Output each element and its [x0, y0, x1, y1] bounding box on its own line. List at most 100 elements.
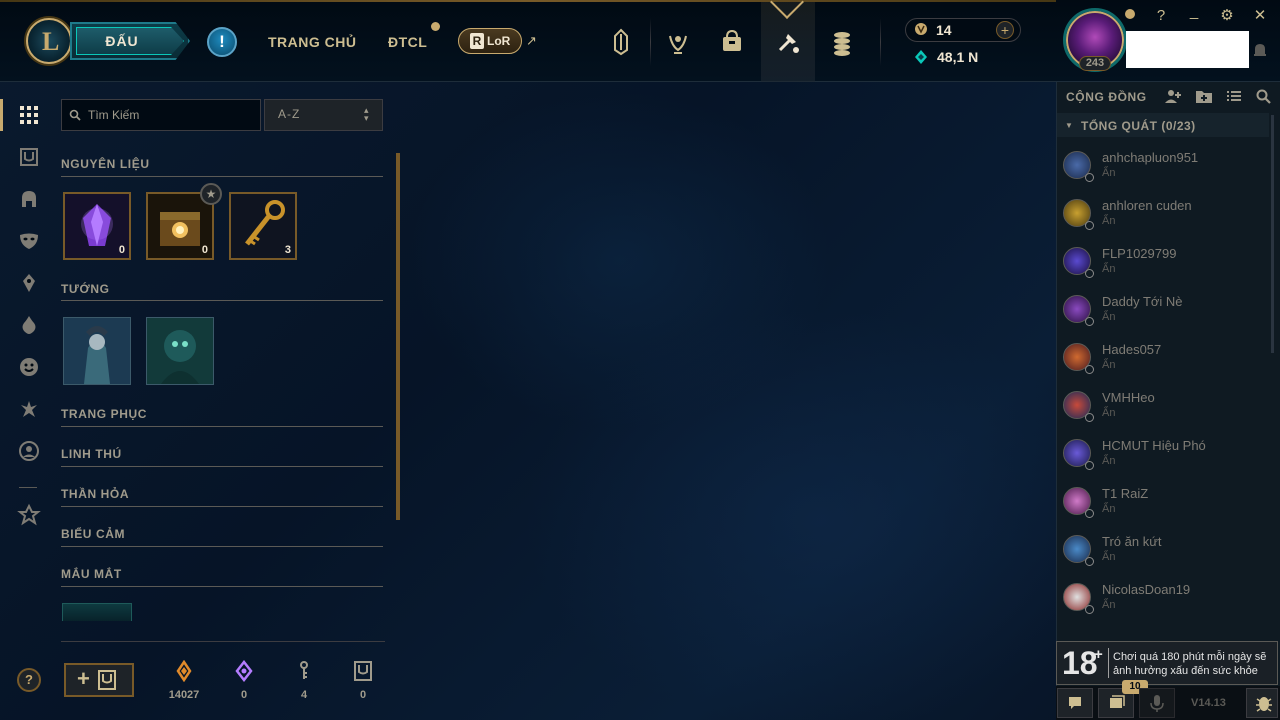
friend-row[interactable]: NicolasDoan19 Ẩn — [1057, 577, 1269, 625]
lor-icon: R — [470, 33, 484, 49]
social-scrollbar[interactable] — [1271, 115, 1274, 353]
material-count: 3 — [284, 244, 291, 256]
section-title-pets[interactable]: LINH THÚ — [61, 446, 122, 462]
grid-icon[interactable] — [17, 103, 41, 127]
add-friend-icon[interactable] — [1164, 88, 1182, 104]
loot-icon[interactable] — [768, 22, 808, 62]
currency-icon[interactable] — [822, 22, 862, 62]
sidebar-active-indicator — [0, 99, 3, 131]
section-divider — [61, 426, 383, 427]
friend-row[interactable]: T1 RaiZ Ẩn — [1057, 481, 1269, 529]
voice-button[interactable] — [1139, 688, 1175, 718]
friend-row[interactable]: Tró ăn kứt Ẩn — [1057, 529, 1269, 577]
chevron-down-icon: ▼ — [1065, 121, 1073, 130]
material-count: 0 — [201, 244, 208, 256]
age-warning-text: Chơi quá 180 phút mỗi ngày sẽ ảnh hưởng … — [1113, 651, 1267, 677]
nav-tft-link[interactable]: ĐTCL — [388, 32, 427, 52]
close-icon[interactable]: ✕ — [1250, 6, 1270, 26]
nav-separator — [880, 18, 881, 66]
friend-row[interactable]: Hades057 Ẩn — [1057, 337, 1269, 385]
champions-icon[interactable] — [601, 22, 641, 62]
section-title-emotes[interactable]: BIỂU CẢM — [61, 526, 125, 542]
help-window-button[interactable]: ? — [1151, 6, 1171, 26]
section-title-champions: TƯỚNG — [61, 282, 110, 296]
offline-status-icon — [1085, 269, 1094, 278]
social-search-icon[interactable] — [1255, 88, 1273, 104]
offline-status-icon — [1085, 413, 1094, 422]
mythic-essence-value: 0 — [240, 689, 248, 701]
bug-report-button[interactable] — [1246, 688, 1278, 718]
friend-status: Ẩn — [1102, 455, 1116, 467]
external-link-icon: ↗ — [526, 33, 537, 48]
chest-icon[interactable] — [17, 145, 41, 169]
champion-tile[interactable] — [63, 317, 131, 385]
mythic-essence-icon — [234, 659, 254, 683]
alert-icon[interactable]: ! — [207, 27, 237, 57]
collection-scrollbar-thumb[interactable] — [396, 153, 400, 520]
friend-list-fade — [1057, 622, 1269, 642]
champion-tile[interactable] — [146, 317, 214, 385]
section-title-eyes[interactable]: MẮU MẮT — [61, 566, 122, 582]
sort-dropdown-value: A-Z — [278, 107, 301, 121]
bell-icon[interactable] — [1253, 42, 1267, 58]
friend-row[interactable]: HCMUT Hiệu Phó Ẩn — [1057, 433, 1269, 481]
friend-row[interactable]: anhchapluon951 Ẩn — [1057, 145, 1269, 193]
profile-icon[interactable] — [17, 439, 41, 463]
bottom-divider — [61, 641, 385, 642]
partial-item-tile[interactable] — [62, 603, 132, 621]
chat-icon — [1069, 697, 1081, 709]
nav-home-link[interactable]: TRANG CHỦ — [268, 32, 357, 52]
friend-status: Ẩn — [1102, 311, 1116, 323]
offline-status-icon — [1085, 461, 1094, 470]
league-logo[interactable]: L — [26, 18, 72, 64]
friend-status: Ẩn — [1102, 215, 1116, 227]
help-icon[interactable]: ? — [17, 668, 41, 692]
ward-icon[interactable] — [17, 271, 41, 295]
offline-status-icon — [1085, 221, 1094, 230]
tft-notification-dot — [431, 22, 440, 31]
friend-row[interactable]: Daddy Tới Nè Ẩn — [1057, 289, 1269, 337]
buy-rp-button[interactable]: + — [996, 21, 1014, 39]
section-title-wards[interactable]: THẦN HỎA — [61, 486, 129, 502]
settings-gear-icon[interactable]: ⚙ — [1217, 6, 1237, 26]
friend-name: VMHHeo — [1102, 390, 1155, 405]
emote-icon[interactable] — [17, 355, 41, 379]
friend-row[interactable]: FLP1029799 Ẩn — [1057, 241, 1269, 289]
age-rating-divider — [1108, 648, 1109, 678]
section-divider — [61, 176, 383, 177]
helmet-icon[interactable] — [17, 187, 41, 211]
material-tile[interactable]: 3 — [229, 192, 297, 260]
lor-label: LoR — [487, 34, 511, 48]
honor-icon[interactable] — [658, 22, 698, 62]
search-input[interactable] — [88, 106, 256, 124]
chest-count-value: 0 — [359, 689, 367, 701]
crest-icon[interactable] — [17, 503, 41, 527]
friend-row[interactable]: anhloren cuden Ẩn — [1057, 193, 1269, 241]
orange-essence-value: 14027 — [168, 689, 200, 701]
list-view-icon[interactable] — [1225, 88, 1243, 104]
material-tile[interactable]: 0 — [63, 192, 131, 260]
friend-name: Daddy Tới Nè — [1102, 294, 1183, 309]
section-divider — [61, 466, 383, 467]
friend-status: Ẩn — [1102, 599, 1116, 611]
top-gold-border — [0, 0, 1056, 2]
chat-button[interactable] — [1057, 688, 1093, 718]
minimize-button[interactable]: _ — [1184, 2, 1204, 22]
mask-icon[interactable] — [17, 229, 41, 253]
section-title-skins[interactable]: TRANG PHỤC — [61, 406, 147, 422]
orange-essence-icon — [174, 659, 194, 683]
bug-icon — [1256, 697, 1272, 712]
key-fragment-value: 4 — [300, 689, 308, 701]
client-window: L ĐẤU ! TRANG CHỦ ĐTCL R LoR ↗ 14 + 48,1… — [0, 0, 1280, 720]
store-bag-icon[interactable] — [712, 22, 752, 62]
flame-icon[interactable] — [17, 313, 41, 337]
blue-essence-value: 48,1 N — [937, 49, 979, 65]
add-folder-icon[interactable] — [1195, 88, 1213, 104]
friend-status: Ẩn — [1102, 551, 1116, 563]
profile-status-dot — [1125, 9, 1135, 19]
tft-icon[interactable] — [17, 397, 41, 421]
nav-separator — [650, 18, 651, 66]
section-title-materials: NGUYÊN LIỆU — [61, 157, 150, 171]
friend-row[interactable]: VMHHeo Ẩn — [1057, 385, 1269, 433]
age-rating-plus: + — [1094, 646, 1103, 663]
